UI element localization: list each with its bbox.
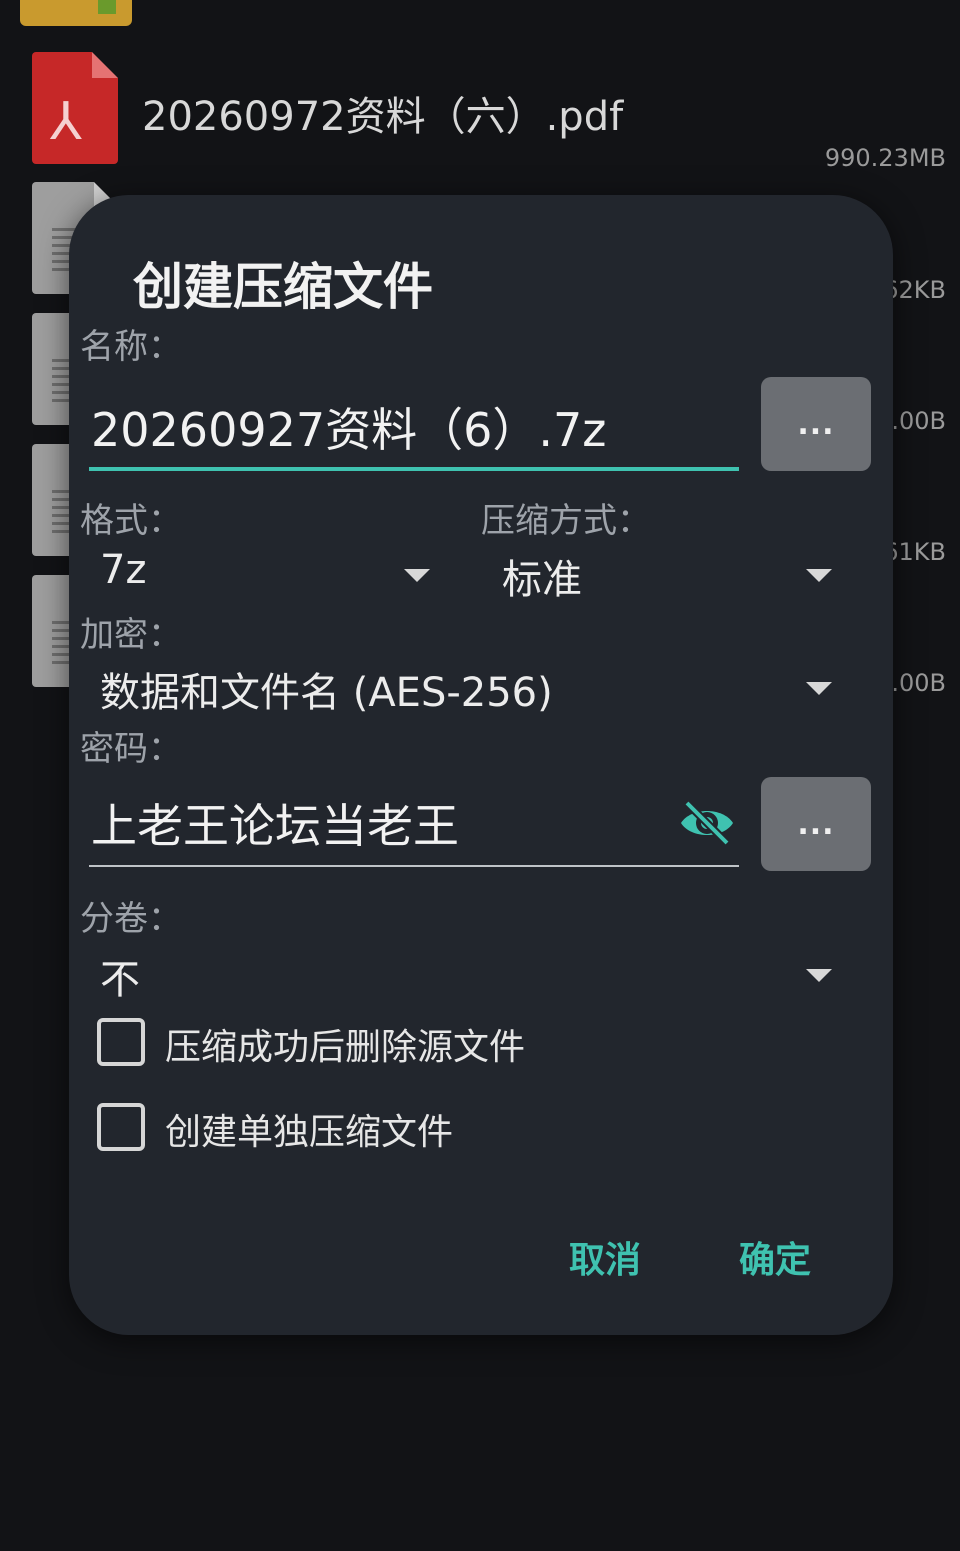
password-options-button[interactable]: ... — [761, 777, 871, 871]
create-archive-dialog: 创建压缩文件 名称： ... 格式： 压缩方式： 7z 标准 加密： 数据和文件… — [69, 195, 893, 1335]
file-row-folder[interactable] — [0, 0, 960, 30]
dropdown-arrow-icon — [806, 682, 832, 695]
browse-path-button[interactable]: ... — [761, 377, 871, 471]
password-field-wrap — [89, 783, 739, 867]
file-size: .00B — [891, 669, 946, 697]
encryption-label: 加密： — [80, 615, 182, 655]
file-size: .00B — [891, 407, 946, 435]
separate-archive-label: 创建单独压缩文件 — [165, 1112, 454, 1153]
password-field-underline — [89, 865, 739, 867]
dropdown-arrow-icon — [806, 569, 832, 582]
compression-method-value: 标准 — [502, 557, 582, 603]
format-value: 7z — [100, 547, 147, 593]
compression-method-select[interactable]: 标准 — [502, 547, 837, 607]
separate-archive-checkbox[interactable] — [97, 1103, 145, 1151]
encryption-value: 数据和文件名 (AES-256) — [100, 670, 553, 716]
eye-off-icon[interactable] — [677, 799, 737, 847]
name-field-underline — [89, 467, 739, 471]
format-label: 格式： — [80, 501, 182, 541]
delete-source-label: 压缩成功后删除源文件 — [165, 1027, 526, 1068]
format-select[interactable]: 7z — [100, 547, 435, 607]
dropdown-arrow-icon — [404, 569, 430, 582]
file-row-pdf[interactable]: ⅄ 20260972资料（六）.pdf 990.23MB — [0, 52, 960, 182]
delete-source-checkbox[interactable] — [97, 1018, 145, 1066]
file-name: 20260972资料（六）.pdf — [142, 94, 624, 140]
split-volume-select[interactable]: 不 — [100, 947, 837, 1007]
acrobat-glyph-icon: ⅄ — [50, 92, 82, 152]
dialog-title: 创建压缩文件 — [133, 258, 433, 316]
encryption-select[interactable]: 数据和文件名 (AES-256) — [100, 660, 837, 720]
name-label: 名称： — [80, 327, 182, 367]
archive-name-input[interactable] — [89, 387, 739, 467]
password-label: 密码： — [80, 729, 182, 769]
delete-source-option[interactable]: 压缩成功后删除源文件 — [97, 1018, 617, 1070]
dropdown-arrow-icon — [806, 969, 832, 982]
cancel-button[interactable]: 取消 — [569, 1231, 641, 1283]
name-field-wrap — [89, 387, 739, 471]
folder-icon — [20, 0, 132, 26]
ok-button[interactable]: 确定 — [739, 1231, 811, 1283]
compression-method-label: 压缩方式： — [481, 501, 651, 541]
split-volume-value: 不 — [100, 957, 140, 1003]
separate-archive-option[interactable]: 创建单独压缩文件 — [97, 1103, 617, 1155]
password-input[interactable] — [89, 783, 669, 863]
split-volume-label: 分卷： — [80, 899, 182, 939]
pdf-file-icon: ⅄ — [32, 52, 118, 164]
file-size: 990.23MB — [824, 144, 946, 172]
